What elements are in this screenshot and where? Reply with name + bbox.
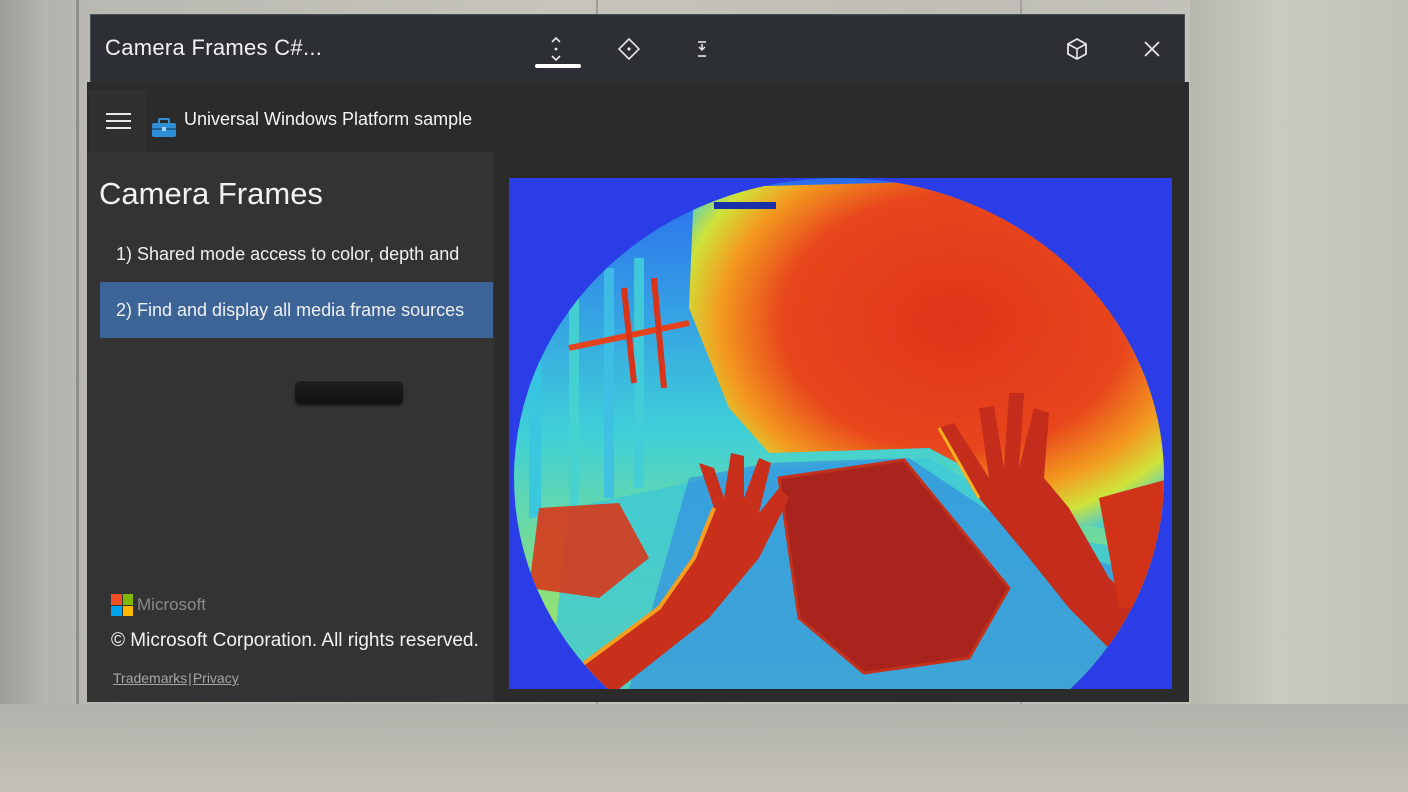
- close-icon[interactable]: [1130, 29, 1174, 69]
- scrollbar-handle[interactable]: [295, 380, 403, 404]
- app-content: Universal Windows Platform sample Camera…: [87, 82, 1189, 702]
- sample-title: Universal Windows Platform sample: [184, 109, 473, 129]
- microsoft-logo-icon: [111, 594, 133, 616]
- move-icon[interactable]: [607, 29, 651, 69]
- environment-wall-right: [1190, 0, 1408, 792]
- toolbox-icon: [152, 118, 176, 137]
- follow-icon[interactable]: [534, 29, 578, 69]
- hamburger-icon[interactable]: [89, 90, 147, 152]
- environment-wall-left: [0, 0, 48, 792]
- scenario-label: 1) Shared mode access to color, depth an…: [116, 243, 460, 264]
- brand-name: Microsoft: [137, 595, 206, 614]
- window-titlebar[interactable]: Camera Frames C#...: [90, 14, 1185, 84]
- app-header: Universal Windows Platform sample: [87, 82, 1189, 152]
- window-title: Camera Frames C#...: [105, 35, 323, 60]
- depth-frame-image: [509, 178, 1172, 689]
- link-separator: |: [188, 670, 192, 686]
- scenario-pane: Camera Frames 1) Shared mode access to c…: [87, 152, 494, 702]
- resize-icon[interactable]: [680, 29, 724, 69]
- environment-floor: [0, 704, 1408, 792]
- copyright-text: © Microsoft Corporation. All rights rese…: [111, 630, 479, 651]
- microsoft-logo: Microsoft: [111, 594, 206, 616]
- scenario-label: 2) Find and display all media frame sour…: [116, 299, 465, 320]
- page-title: Camera Frames: [99, 176, 323, 211]
- scenario-item-find-sources[interactable]: 2) Find and display all media frame sour…: [100, 282, 493, 338]
- camera-frame-preview: [509, 178, 1172, 689]
- trademarks-link[interactable]: Trademarks: [113, 670, 187, 686]
- privacy-link[interactable]: Privacy: [193, 670, 239, 686]
- scenario-item-shared-mode[interactable]: 1) Shared mode access to color, depth an…: [100, 226, 493, 282]
- footer-links: Trademarks|Privacy: [113, 670, 239, 686]
- hologram-icon[interactable]: [1055, 29, 1099, 69]
- frame-artifact: [714, 202, 776, 209]
- environment-seam: [76, 0, 79, 792]
- follow-active-indicator: [535, 64, 581, 68]
